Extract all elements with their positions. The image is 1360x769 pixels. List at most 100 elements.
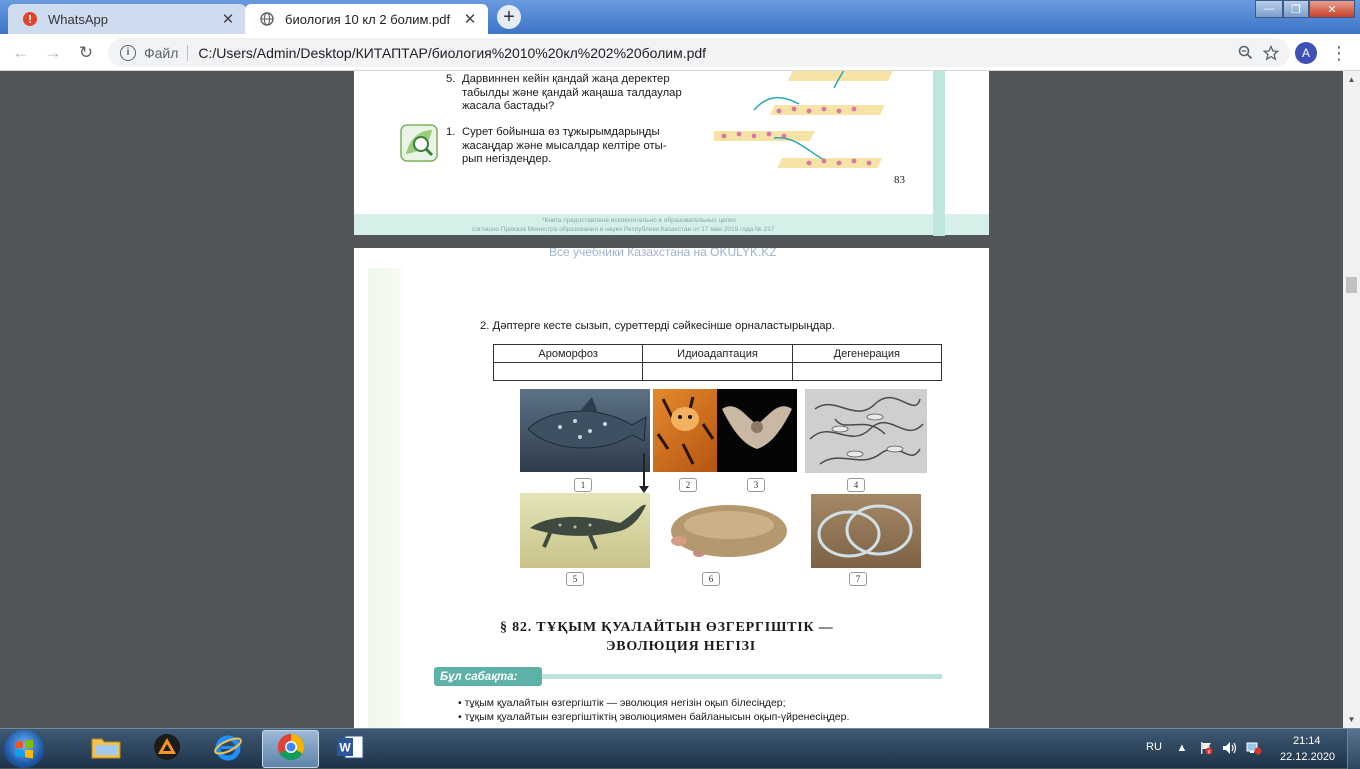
table-cell	[791, 362, 943, 381]
text-line: Дарвиннен кейін қандай жаңа деректер	[462, 73, 670, 85]
close-tab-icon[interactable]: ✕	[218, 9, 238, 29]
text-line: рып негіздеңдер.	[462, 153, 552, 165]
action-center-flag-icon[interactable]: x	[1198, 740, 1214, 756]
taskbar-internet-explorer[interactable]	[199, 730, 256, 768]
address-separator	[187, 44, 189, 61]
show-desktop-button[interactable]	[1347, 729, 1360, 769]
close-window-button[interactable]: ✕	[1309, 0, 1355, 18]
folder-icon	[91, 734, 121, 765]
reload-button[interactable]: ↻	[73, 40, 99, 66]
taskbar-word[interactable]: W	[321, 730, 378, 768]
text-line: табылды және қандай жаңаша талдаулар	[462, 86, 682, 99]
tiger-image	[653, 389, 717, 472]
network-icon[interactable]	[1246, 740, 1262, 756]
photo-number-badge: 5	[566, 572, 584, 586]
coelacanth-image	[520, 389, 650, 472]
zoom-icon[interactable]	[1232, 40, 1258, 66]
lesson-goal-item: • тұқым қуалайтын өзгергіштік — эволюция…	[458, 697, 786, 709]
page-decor-strip	[368, 268, 406, 728]
taskbar-avast[interactable]	[138, 730, 195, 768]
text-line: жасаңдар және мысалдар келтіре оты-	[462, 139, 667, 152]
text-line: жасала бастады?	[462, 100, 555, 112]
parasites-image	[805, 389, 927, 473]
table-cell	[642, 362, 793, 381]
photo-number-badge: 7	[849, 572, 867, 586]
page-number-83: 83	[894, 174, 905, 186]
table-header-cell: Идиоадаптация	[642, 344, 793, 363]
clock-time[interactable]: 21:14	[1293, 735, 1321, 747]
scroll-up-icon[interactable]: ▲	[1343, 71, 1360, 88]
tab-strip: WhatsApp ✕ биология 10 кл 2 болим.pdf ✕ …	[0, 0, 1360, 34]
forward-button[interactable]: →	[40, 40, 66, 66]
lesson-goals-label: Бұл сабақта:	[434, 667, 542, 686]
pdf-page-84: Все учебники Казахстана на OKULYK.KZ 2. …	[354, 248, 989, 728]
word-icon: W	[335, 733, 365, 766]
browser-menu-icon[interactable]: ⋮	[1329, 40, 1349, 66]
maximize-window-button[interactable]: ❐	[1283, 0, 1309, 18]
bat-image	[717, 389, 797, 472]
scheme-label: Файл	[144, 44, 179, 61]
question-5-text: Дарвиннен кейін қандай жаңа деректер таб…	[462, 73, 682, 114]
clock-date[interactable]: 22.12.2020	[1280, 751, 1335, 763]
browser-toolbar: ← → ↻ i Файл C:/Users/Admin/Desktop/КИТА…	[0, 34, 1360, 71]
table-header-row: Ароморфоз Идиоадаптация Дегенерация	[492, 344, 943, 363]
chromosome-diagram	[689, 71, 914, 173]
page-83-footer: *Книга предоставлена исключительно в обр…	[354, 71, 989, 236]
task-2-text: 2. Дәптерге кесте сызып, суреттерді сәйк…	[480, 320, 835, 332]
question-number: 5.	[446, 73, 456, 85]
profile-avatar[interactable]: A	[1295, 42, 1317, 64]
taskbar-chrome[interactable]	[262, 730, 319, 768]
svg-text:W: W	[339, 740, 351, 754]
observation-task-icon	[400, 124, 438, 162]
start-button[interactable]	[4, 730, 44, 768]
bookmark-star-icon[interactable]	[1258, 40, 1284, 66]
text-line: Сурет бойынша өз тұжырымдарыңды	[462, 126, 660, 138]
pdf-page-83: 5. Дарвиннен кейін қандай жаңа деректер …	[354, 71, 989, 235]
section-title-line-2: ЭВОЛЮЦИЯ НЕГІЗІ	[606, 639, 757, 654]
volume-icon[interactable]	[1222, 740, 1238, 756]
photo-number-badge: 1	[574, 478, 592, 492]
svg-text:x: x	[1208, 750, 1211, 756]
legal-notice-line: *Книга предоставлена исключительно в обр…	[542, 217, 737, 224]
table-header-cell: Ароморфоз	[492, 344, 644, 363]
lesson-goal-item: • тұқым қуалайтын өзгергіштіктің эволюци…	[458, 711, 850, 723]
tab-whatsapp[interactable]: WhatsApp ✕	[8, 4, 246, 34]
table-cell	[492, 362, 644, 381]
show-hidden-icons-icon[interactable]: ▲	[1174, 740, 1190, 756]
vertical-scrollbar[interactable]: ▲ ▼	[1343, 71, 1360, 728]
roundworm-image	[811, 494, 921, 568]
legal-notice-line: согласно Приказа Министра образования и …	[472, 226, 775, 233]
tetrapod-image	[520, 493, 650, 568]
lesson-header-line	[542, 674, 942, 679]
internet-explorer-icon	[213, 733, 243, 766]
scroll-thumb[interactable]	[1346, 277, 1357, 293]
photo-number-badge: 4	[847, 478, 865, 492]
scroll-down-icon[interactable]: ▼	[1343, 711, 1360, 728]
photo-number-badge: 3	[747, 478, 765, 492]
arrow-head	[639, 486, 649, 493]
chrome-icon	[276, 732, 306, 767]
table-header-cell: Дегенерация	[791, 344, 943, 363]
table-row	[492, 362, 943, 381]
taskbar-file-explorer[interactable]	[77, 730, 134, 768]
input-language[interactable]: RU	[1146, 741, 1162, 753]
url-text[interactable]: C:/Users/Admin/Desktop/КИТАПТАР/биология…	[198, 45, 1232, 61]
close-tab-icon[interactable]: ✕	[460, 9, 480, 29]
classification-table: Ароморфоз Идиоадаптация Дегенерация	[492, 344, 943, 381]
tab-label: биология 10 кл 2 болим.pdf	[285, 11, 451, 27]
tab-label: WhatsApp	[48, 11, 108, 27]
address-bar[interactable]: i Файл C:/Users/Admin/Desktop/КИТАПТАР/б…	[108, 38, 1290, 67]
section-title-line-1: § 82. ТҰҚЫМ ҚУАЛАЙТЫН ӨЗГЕРГІШТІК —	[500, 620, 834, 635]
back-button[interactable]: ←	[8, 40, 34, 66]
pdf-viewer[interactable]: 5. Дарвиннен кейін қандай жаңа деректер …	[0, 71, 1343, 728]
tab-pdf[interactable]: биология 10 кл 2 болим.pdf ✕	[245, 4, 488, 34]
page-edge-stripe	[933, 71, 945, 236]
minimize-window-button[interactable]: —	[1255, 0, 1283, 18]
new-tab-button[interactable]: +	[497, 5, 521, 29]
alert-icon	[22, 11, 38, 27]
question-1-text: Сурет бойынша өз тұжырымдарыңды жасаңдар…	[462, 126, 667, 167]
question-number: 1.	[446, 126, 456, 138]
info-icon[interactable]: i	[120, 44, 136, 61]
mole-image	[659, 493, 799, 568]
photo-number-badge: 2	[679, 478, 697, 492]
